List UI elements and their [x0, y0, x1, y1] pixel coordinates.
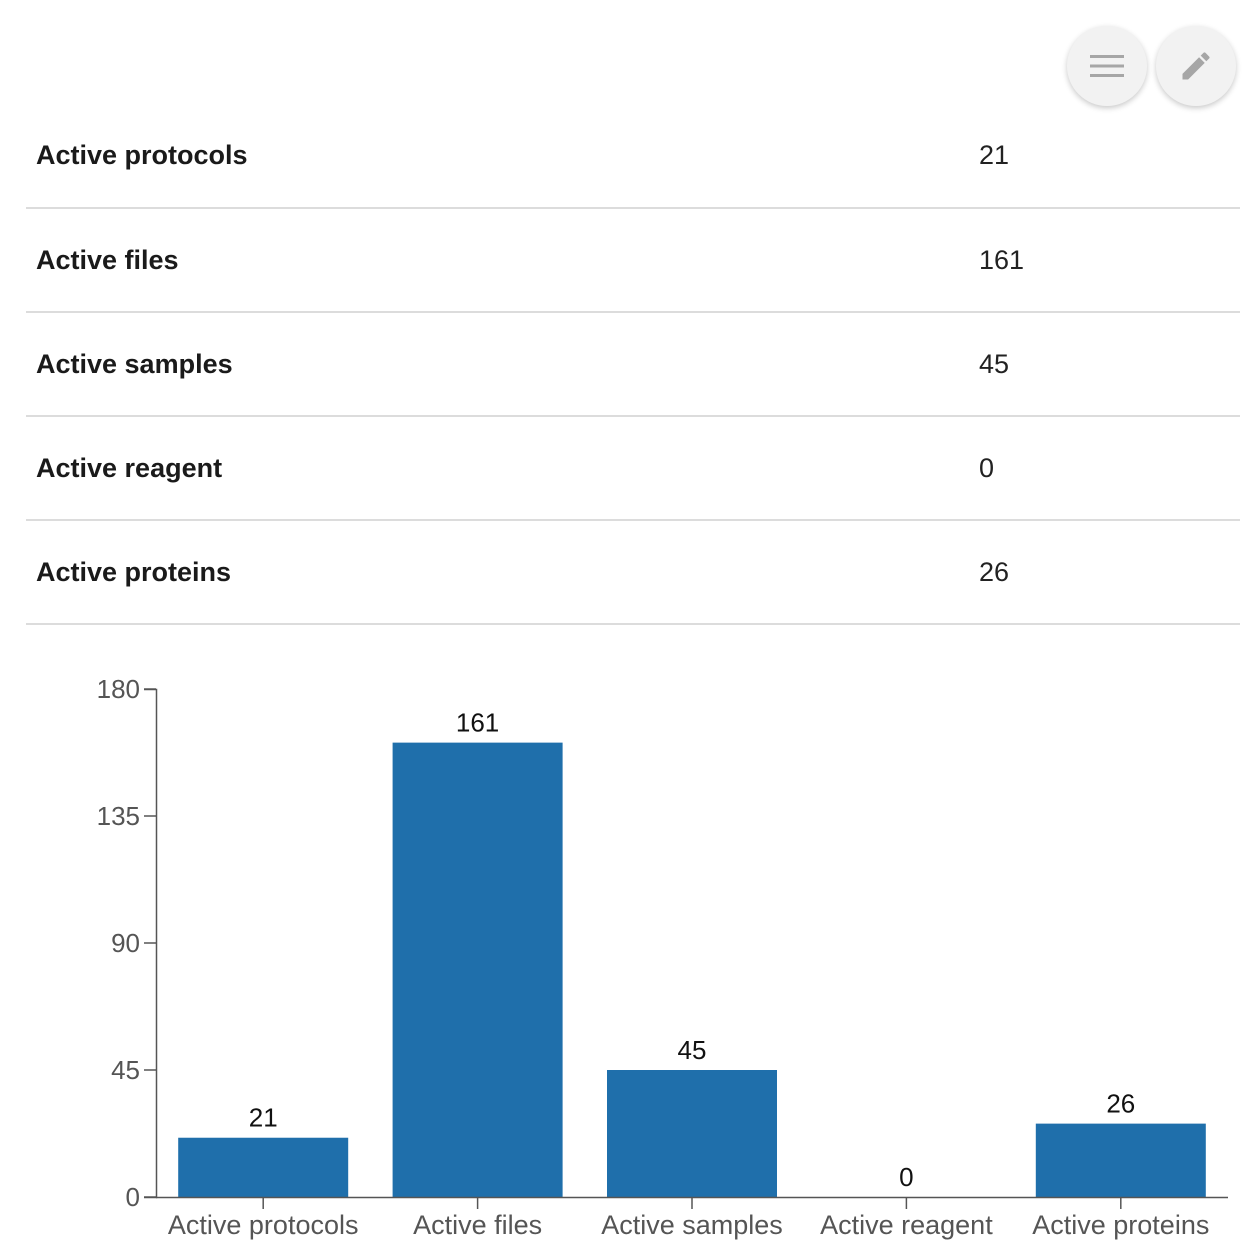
table-row: Active protocols 21 — [26, 104, 1240, 208]
stat-label: Active reagent — [36, 452, 223, 483]
x-tick-label: Active reagent — [820, 1210, 993, 1240]
table-row: Active files 161 — [26, 208, 1240, 312]
stat-value: 45 — [979, 348, 1010, 379]
stats-table: Active protocols 21 Active files 161 Act… — [26, 104, 1240, 625]
y-tick-label: 180 — [97, 674, 140, 704]
data-label: 26 — [1106, 1089, 1135, 1119]
menu-button[interactable] — [1067, 26, 1147, 106]
table-row: Active reagent 0 — [26, 416, 1240, 520]
stat-value: 26 — [979, 556, 1010, 587]
y-tick-label: 0 — [126, 1182, 140, 1212]
stat-label: Active files — [36, 244, 179, 275]
data-label: 21 — [249, 1103, 278, 1133]
bar — [1035, 1123, 1206, 1197]
table-row: Active proteins 26 — [26, 520, 1240, 624]
hamburger-menu-icon — [1090, 55, 1124, 77]
edit-button[interactable] — [1156, 26, 1236, 106]
stat-value: 0 — [979, 452, 995, 483]
bar — [178, 1137, 349, 1197]
stat-label: Active proteins — [36, 556, 232, 587]
table-row: Active samples 45 — [26, 312, 1240, 416]
y-tick-label: 45 — [111, 1055, 140, 1085]
x-tick-label: Active protocols — [168, 1210, 359, 1240]
x-tick-label: Active samples — [601, 1210, 783, 1240]
bar — [607, 1070, 777, 1197]
x-tick-label: Active proteins — [1032, 1210, 1209, 1240]
bar — [392, 742, 563, 1197]
data-label: 0 — [899, 1162, 913, 1192]
stat-value: 21 — [979, 140, 1010, 170]
y-tick-label: 135 — [97, 801, 140, 831]
x-tick-label: Active files — [413, 1210, 542, 1240]
data-label: 161 — [456, 708, 499, 738]
bar-chart: 21 161 45 0 26 0 45 90 135 180 Active protocols Act… — [97, 674, 1228, 1240]
pencil-icon — [1182, 52, 1210, 80]
stat-label: Active samples — [36, 348, 233, 379]
y-tick-label: 90 — [111, 928, 140, 958]
stat-label: Active protocols — [36, 140, 248, 170]
stat-value: 161 — [979, 244, 1025, 275]
data-label: 45 — [678, 1035, 707, 1065]
